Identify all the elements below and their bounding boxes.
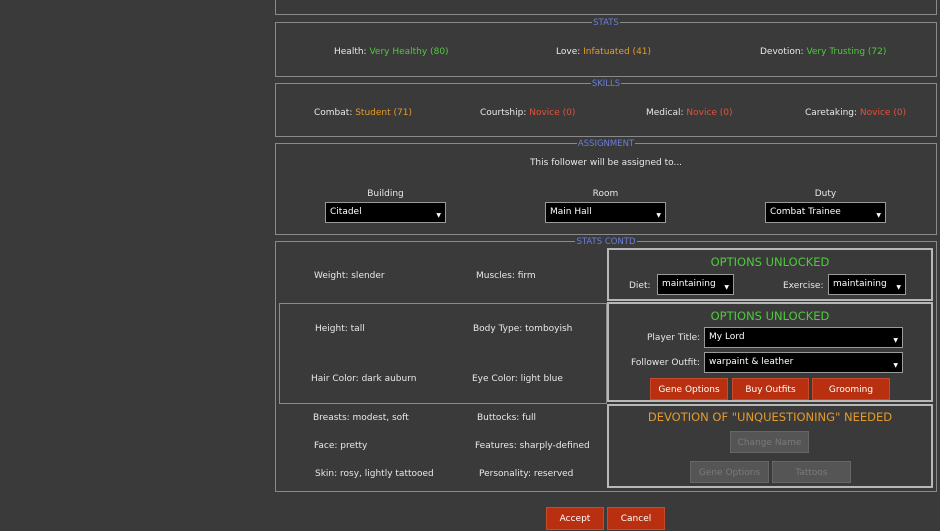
gene-options-disabled-button[interactable]: Gene Options bbox=[690, 461, 769, 483]
room-label: Room bbox=[592, 189, 619, 199]
devotion-needed-title: DEVOTION OF "UNQUESTIONING" NEEDED bbox=[647, 410, 893, 424]
body-eye-color: Eye Color: light blue bbox=[472, 374, 563, 384]
duty-label: Duty bbox=[814, 189, 837, 199]
body-buttocks: Buttocks: full bbox=[477, 413, 537, 423]
body-features: Features: sharply-defined bbox=[475, 441, 590, 451]
player-title-label: Player Title: bbox=[647, 333, 701, 343]
exercise-label: Exercise: bbox=[783, 281, 824, 291]
chevron-down-icon: ▼ bbox=[724, 284, 729, 291]
skill-medical: Medical: Novice (0) bbox=[646, 108, 733, 118]
skill-caretaking: Caretaking: Novice (0) bbox=[805, 108, 906, 118]
skill-medical-label: Medical: bbox=[646, 108, 687, 118]
assignment-intro: This follower will be assigned to... bbox=[529, 158, 683, 168]
assignment-legend: ASSIGNMENT bbox=[276, 138, 936, 150]
chevron-down-icon: ▼ bbox=[893, 362, 898, 369]
assignment-legend-text: ASSIGNMENT bbox=[576, 139, 636, 149]
accept-button[interactable]: Accept bbox=[546, 507, 604, 530]
stat-love: Love: Infatuated (41) bbox=[556, 47, 651, 57]
building-select-value: Citadel bbox=[330, 207, 362, 217]
tattoos-button[interactable]: Tattoos bbox=[772, 461, 851, 483]
body-muscles: Muscles: firm bbox=[476, 271, 536, 281]
body-hair-color: Hair Color: dark auburn bbox=[311, 374, 417, 384]
follower-outfit-select[interactable]: warpaint & leather ▼ bbox=[704, 352, 903, 373]
chevron-down-icon: ▼ bbox=[896, 284, 901, 291]
stat-health-label: Health: bbox=[334, 47, 370, 57]
diet-select[interactable]: maintaining ▼ bbox=[657, 274, 734, 295]
body-weight: Weight: slender bbox=[314, 271, 385, 281]
gene-options-button[interactable]: Gene Options bbox=[650, 378, 728, 400]
stats-contd-legend-text: STATS CONTD bbox=[575, 237, 637, 247]
skill-caretaking-label: Caretaking: bbox=[805, 108, 860, 118]
grooming-button[interactable]: Grooming bbox=[812, 378, 890, 400]
stat-health: Health: Very Healthy (80) bbox=[334, 47, 449, 57]
appearance-options-box: OPTIONS UNLOCKED Player Title: My Lord ▼… bbox=[607, 302, 933, 402]
duty-select-value: Combat Trainee bbox=[770, 207, 841, 217]
body-face: Face: pretty bbox=[314, 441, 368, 451]
player-title-value: My Lord bbox=[709, 332, 745, 342]
body-type: Body Type: tomboyish bbox=[473, 324, 573, 334]
skill-courtship: Courtship: Novice (0) bbox=[480, 108, 575, 118]
devotion-box: DEVOTION OF "UNQUESTIONING" NEEDED Chang… bbox=[607, 404, 933, 488]
skills-panel: SKILLS Combat: Student (71) Courtship: N… bbox=[275, 79, 937, 137]
appearance-box bbox=[279, 303, 607, 404]
stat-love-label: Love: bbox=[556, 47, 584, 57]
stat-devotion: Devotion: Very Trusting (72) bbox=[760, 47, 886, 57]
skills-legend-text: SKILLS bbox=[590, 79, 622, 89]
duty-select[interactable]: Combat Trainee ▼ bbox=[765, 202, 886, 223]
stat-devotion-label: Devotion: bbox=[760, 47, 807, 57]
follower-outfit-value: warpaint & leather bbox=[709, 357, 794, 367]
stat-love-value: Infatuated (41) bbox=[583, 47, 652, 57]
room-select-value: Main Hall bbox=[550, 207, 592, 217]
exercise-select-value: maintaining bbox=[833, 279, 887, 289]
body-breasts: Breasts: modest, soft bbox=[313, 413, 409, 423]
chevron-down-icon: ▼ bbox=[893, 337, 898, 344]
body-personality: Personality: reserved bbox=[479, 469, 574, 479]
chevron-down-icon: ▼ bbox=[656, 212, 661, 219]
building-select[interactable]: Citadel ▼ bbox=[325, 202, 446, 223]
diet-label: Diet: bbox=[629, 281, 651, 291]
stats-contd-legend: STATS CONTD bbox=[276, 236, 936, 248]
stats-legend-text: STATS bbox=[592, 18, 620, 28]
follower-outfit-label: Follower Outfit: bbox=[631, 358, 700, 368]
chevron-down-icon: ▼ bbox=[876, 212, 881, 219]
skill-medical-value: Novice (0) bbox=[686, 108, 733, 118]
skill-combat-label: Combat: bbox=[314, 108, 356, 118]
room-select[interactable]: Main Hall ▼ bbox=[545, 202, 666, 223]
diet-select-value: maintaining bbox=[662, 279, 716, 289]
skill-combat: Combat: Student (71) bbox=[314, 108, 412, 118]
stats-panel: STATS Health: Very Healthy (80) Love: In… bbox=[275, 18, 937, 77]
options-unlocked-title: OPTIONS UNLOCKED bbox=[710, 255, 830, 269]
assignment-panel: ASSIGNMENT This follower will be assigne… bbox=[275, 139, 937, 235]
exercise-select[interactable]: maintaining ▼ bbox=[828, 274, 906, 295]
diet-options-box: OPTIONS UNLOCKED Diet: maintaining ▼ Exe… bbox=[607, 248, 933, 301]
chevron-down-icon: ▼ bbox=[436, 212, 441, 219]
player-title-select[interactable]: My Lord ▼ bbox=[704, 327, 903, 348]
cancel-button[interactable]: Cancel bbox=[607, 507, 665, 530]
options-unlocked-title-2: OPTIONS UNLOCKED bbox=[710, 309, 830, 323]
buy-outfits-button[interactable]: Buy Outfits bbox=[732, 378, 809, 400]
skills-legend: SKILLS bbox=[276, 78, 936, 90]
stat-health-value: Very Healthy (80) bbox=[369, 47, 449, 57]
stats-legend: STATS bbox=[276, 17, 936, 29]
change-name-button[interactable]: Change Name bbox=[730, 431, 809, 453]
skill-courtship-label: Courtship: bbox=[480, 108, 530, 118]
body-height: Height: tall bbox=[315, 324, 365, 334]
building-label: Building bbox=[367, 189, 404, 199]
stat-devotion-value: Very Trusting (72) bbox=[806, 47, 887, 57]
top-panel bbox=[275, 0, 937, 15]
skill-caretaking-value: Novice (0) bbox=[859, 108, 907, 118]
skill-combat-value: Student (71) bbox=[355, 108, 412, 118]
body-skin: Skin: rosy, lightly tattooed bbox=[315, 469, 434, 479]
skill-courtship-value: Novice (0) bbox=[529, 108, 576, 118]
